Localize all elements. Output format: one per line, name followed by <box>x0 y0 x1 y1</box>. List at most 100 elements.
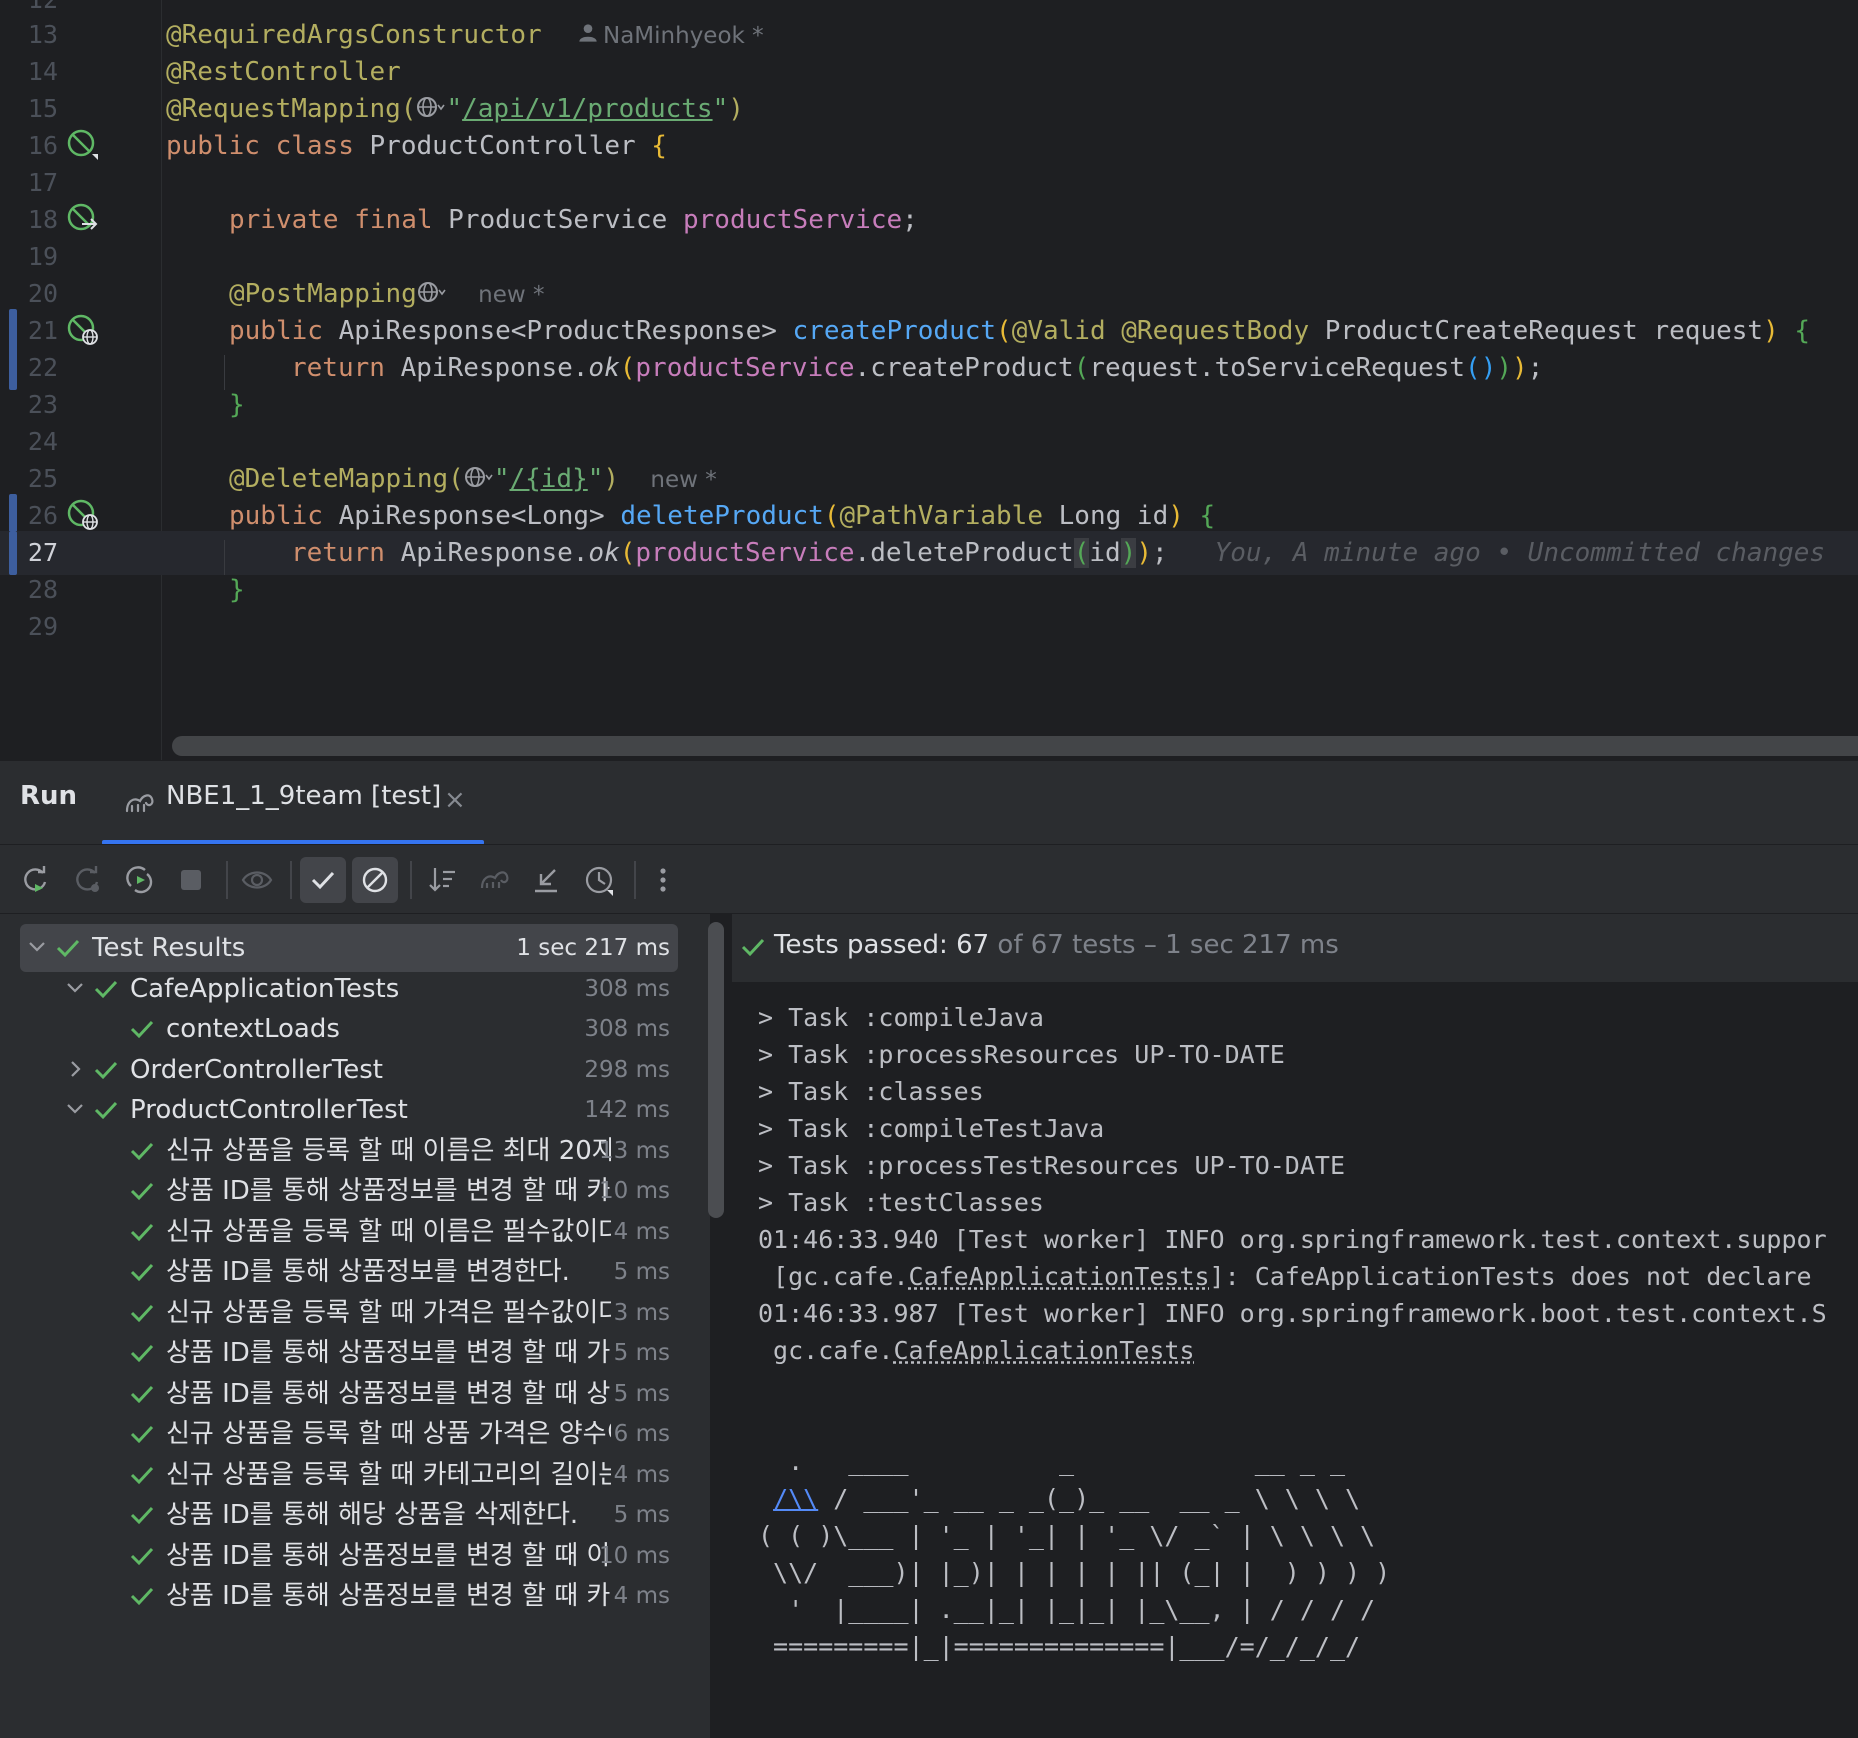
sort-button[interactable] <box>420 857 466 903</box>
console-link[interactable]: /\\ <box>773 1484 818 1513</box>
brace: } <box>229 575 245 605</box>
show-ignored-filter-button[interactable] <box>352 857 398 903</box>
receiver: ApiResponse. <box>400 538 589 568</box>
eye-icon <box>241 871 273 889</box>
run-tab[interactable]: NBE1_1_9team [test] × <box>102 761 484 845</box>
test-results-tree[interactable]: Test Results 1 sec 217 ms CafeApplicationT… <box>0 914 710 1738</box>
annotation: @RequestMapping( <box>166 94 417 124</box>
test-status-bar: Tests passed: 67 of 67 tests – 1 sec 217… <box>732 914 1858 982</box>
chevron-down-icon[interactable] <box>62 1096 88 1122</box>
collapse-button[interactable] <box>524 857 570 903</box>
type-name: ProductService <box>448 205 668 235</box>
horizontal-scrollbar[interactable] <box>172 736 1858 756</box>
check-icon <box>130 1223 154 1241</box>
author-hint[interactable]: NaMinhyeok * <box>573 23 764 49</box>
run-title: Run <box>20 781 78 811</box>
paren: ) <box>1496 353 1513 383</box>
globe-dropdown-icon[interactable] <box>417 279 447 305</box>
method-call: .createProduct <box>854 353 1074 383</box>
check-icon <box>130 1304 154 1322</box>
toggle-auto-test-button[interactable] <box>116 857 162 903</box>
show-passed-button[interactable] <box>300 857 346 903</box>
type-name: ApiResponse<ProductResponse> <box>338 316 793 346</box>
rerun-icon <box>24 866 47 892</box>
tree-scrollbar[interactable] <box>708 922 724 1218</box>
method-name: createProduct <box>792 316 997 346</box>
console-text: / ___'_ __ _ _(_)_ __ __ _ \ \ \ \ <box>818 1484 1361 1513</box>
toolbar-separator <box>410 861 412 899</box>
paren: ( <box>823 501 840 531</box>
chevron-down-icon[interactable] <box>24 934 50 960</box>
field-name: productService <box>635 353 855 383</box>
spring-bean-icon[interactable] <box>66 128 100 162</box>
tests-passed-count: Tests passed: 67 <box>774 930 990 960</box>
annotation: @PathVariable <box>839 501 1044 531</box>
parameter: ProductCreateRequest request <box>1309 316 1764 346</box>
import-tests-button[interactable] <box>472 857 518 903</box>
console-link[interactable]: CafeApplicationTests <box>909 1262 1210 1291</box>
console-text: gc.cafe. <box>758 1336 894 1365</box>
check-icon <box>130 1182 154 1201</box>
rerun-failed-button[interactable] <box>64 857 110 903</box>
check-icon <box>130 1385 154 1403</box>
more-button[interactable] <box>640 857 686 903</box>
inline-blame[interactable]: You, A minute ago • Uncommitted changes <box>1215 538 1825 568</box>
check-icon <box>130 1547 154 1565</box>
run-tab-label: NBE1_1_9team [test] <box>166 781 442 811</box>
code-editor[interactable]: 12 13 @RequiredArgsConstructor NaMinhyeo… <box>0 0 1858 760</box>
chevron-right-icon[interactable] <box>62 1056 88 1082</box>
paren: ( <box>1073 538 1090 568</box>
tree-test-case[interactable]: 상품 ID를 통해 상품정보를 변경 할 때 카테 4 ms <box>20 1572 678 1620</box>
toolbar-separator <box>634 861 636 899</box>
endpoint-icon[interactable] <box>66 498 100 532</box>
check-icon <box>94 980 118 998</box>
argument: request.toServiceRequest <box>1089 353 1466 383</box>
paren: ) <box>1120 538 1137 568</box>
paren: ) <box>728 94 744 124</box>
type-name: ApiResponse<Long> <box>338 501 621 531</box>
stop-button[interactable] <box>168 857 214 903</box>
field-name: productService <box>682 205 903 235</box>
console-output[interactable]: Tests passed: 67 of 67 tests – 1 sec 217… <box>732 914 1858 1738</box>
run-toolbar <box>0 844 1858 914</box>
keyword: final <box>354 205 433 235</box>
globe-dropdown-icon[interactable] <box>416 94 446 120</box>
semicolon: ; <box>1527 353 1544 383</box>
author-hint[interactable]: new * <box>650 467 716 493</box>
author-hint[interactable]: new * <box>478 282 544 308</box>
history-button[interactable] <box>576 857 622 903</box>
paren: ( <box>619 538 636 568</box>
autowired-icon[interactable] <box>66 202 100 236</box>
annotation: @RequestBody <box>1121 316 1310 346</box>
static-call: ok <box>588 353 620 383</box>
console-line: gc.cafe.CafeApplicationTests <box>758 1329 1194 1373</box>
history-icon <box>585 866 613 896</box>
keyword: public <box>229 316 323 346</box>
gradle-icon <box>125 794 154 813</box>
method-name: deleteProduct <box>620 501 824 531</box>
check-icon <box>741 938 765 957</box>
brace: { <box>651 131 667 161</box>
brace: { <box>1199 501 1216 531</box>
console-link[interactable]: CafeApplicationTests <box>893 1336 1194 1365</box>
chevron-down-icon[interactable] <box>62 975 88 1001</box>
toolbar-separator <box>226 861 228 899</box>
console-text: [gc.cafe. <box>758 1262 909 1291</box>
globe-dropdown-icon[interactable] <box>464 464 494 490</box>
check-icon <box>311 871 335 890</box>
show-ignored-button[interactable] <box>234 857 280 903</box>
check-icon <box>94 1101 118 1120</box>
rerun-button[interactable] <box>12 857 58 903</box>
url-path-link[interactable]: /{id} <box>509 464 587 494</box>
paren: ) <box>603 464 620 494</box>
url-path-link[interactable]: /api/v1/products <box>462 94 712 124</box>
console-line: =========|_|==============|___/=/_/_/_/ <box>758 1632 1361 1661</box>
parameter: Long id <box>1043 501 1169 531</box>
semicolon: ; <box>1151 538 1168 568</box>
code-line: 29 <box>0 605 1858 649</box>
close-icon[interactable]: × <box>444 785 466 815</box>
endpoint-icon[interactable] <box>66 313 100 347</box>
author-hint-text: NaMinhyeok * <box>603 23 764 49</box>
check-icon <box>130 1020 154 1039</box>
